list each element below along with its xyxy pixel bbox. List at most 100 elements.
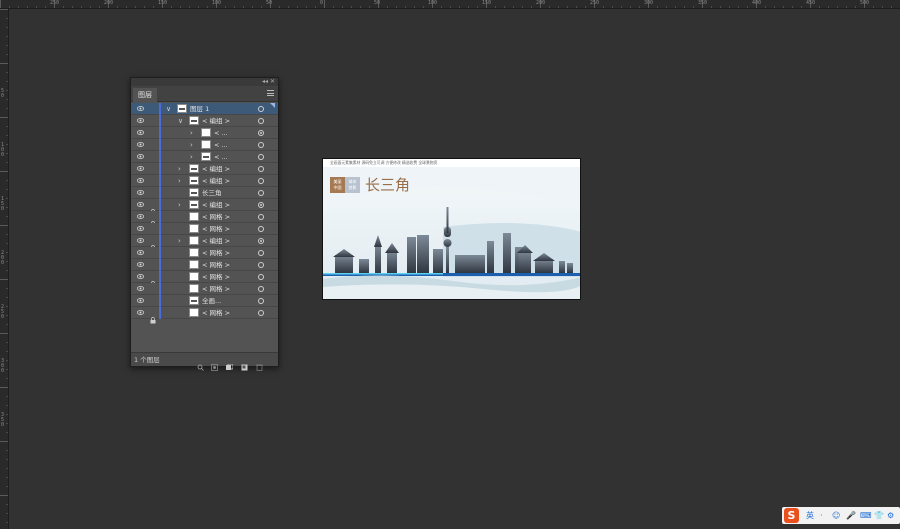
target-circle-icon[interactable] xyxy=(258,106,264,112)
ime-settings-icon[interactable]: ⚙ xyxy=(887,509,894,522)
new-layer-icon[interactable] xyxy=(241,356,248,371)
ime-microphone-icon[interactable]: 🎤 xyxy=(846,509,856,522)
lock-icon[interactable] xyxy=(150,237,156,252)
expand-arrow-icon[interactable]: › xyxy=(178,164,181,174)
target-circle-icon[interactable] xyxy=(258,214,264,220)
sublayer-row[interactable]: ∨ < 编组 > xyxy=(131,115,278,127)
target-circle-icon[interactable] xyxy=(258,238,264,244)
target-circle-icon[interactable] xyxy=(258,178,264,184)
sublayer-row[interactable]: › < ... xyxy=(131,151,278,163)
close-panel-icon[interactable]: ✕ xyxy=(270,78,275,86)
visibility-eye-icon[interactable] xyxy=(137,310,144,315)
target-circle-icon[interactable] xyxy=(258,130,264,136)
visibility-eye-icon[interactable] xyxy=(137,238,144,243)
sublayer-row[interactable]: › < ... xyxy=(131,127,278,139)
visibility-eye-icon[interactable] xyxy=(137,262,144,267)
visibility-eye-icon[interactable] xyxy=(137,154,144,159)
sublayer-row[interactable]: › < ... xyxy=(131,139,278,151)
sublayer-row[interactable]: › < 编组 > xyxy=(131,235,278,252)
expand-arrow-icon[interactable]: › xyxy=(178,236,181,246)
ime-punctuation-icon[interactable]: · xyxy=(820,509,823,522)
visibility-eye-icon[interactable] xyxy=(137,214,144,219)
visibility-eye-icon[interactable] xyxy=(137,274,144,279)
target-circle-icon[interactable] xyxy=(258,310,264,316)
layer-name[interactable]: 长三角 xyxy=(202,187,222,199)
visibility-eye-icon[interactable] xyxy=(137,106,144,111)
sublayer-row[interactable]: < 网格 > xyxy=(131,247,278,259)
visibility-eye-icon[interactable] xyxy=(137,226,144,231)
expand-arrow-icon[interactable]: › xyxy=(178,176,181,186)
tab-layers[interactable]: 图层 xyxy=(133,88,157,102)
sublayer-row[interactable]: < 网格 > xyxy=(131,259,278,271)
visibility-eye-icon[interactable] xyxy=(137,202,144,207)
target-circle-icon[interactable] xyxy=(258,166,264,172)
visibility-eye-icon[interactable] xyxy=(137,142,144,147)
expand-arrow-icon[interactable]: › xyxy=(190,152,193,162)
layer-name[interactable]: < 网格 > xyxy=(202,271,230,283)
sublayer-row[interactable]: 长三角 xyxy=(131,187,278,199)
target-circle-icon[interactable] xyxy=(258,262,264,268)
sublayer-row[interactable]: › < 编组 > xyxy=(131,199,278,216)
sublayer-row[interactable]: < 网格 > xyxy=(131,307,278,324)
target-circle-icon[interactable] xyxy=(258,298,264,304)
layer-name[interactable]: < 编组 > xyxy=(202,199,230,211)
ime-emoji-icon[interactable]: ☺ xyxy=(832,509,840,522)
target-circle-icon[interactable] xyxy=(258,118,264,124)
ime-keyboard-icon[interactable]: ⌨ xyxy=(860,509,872,522)
visibility-eye-icon[interactable] xyxy=(137,166,144,171)
lock-icon[interactable] xyxy=(150,273,156,288)
sublayer-row[interactable]: < 网格 > xyxy=(131,271,278,288)
clipping-mask-icon[interactable] xyxy=(211,356,218,371)
panel-title-bar[interactable]: ◂◂ ✕ xyxy=(131,78,278,86)
visibility-eye-icon[interactable] xyxy=(137,130,144,135)
sogou-logo-icon[interactable]: S xyxy=(784,508,799,523)
panel-menu-icon[interactable] xyxy=(267,90,274,96)
target-circle-icon[interactable] xyxy=(258,250,264,256)
layer-name[interactable]: < 网格 > xyxy=(202,211,230,223)
layer-name[interactable]: < 编组 > xyxy=(202,115,230,127)
lock-icon[interactable] xyxy=(150,309,156,324)
sublayer-row[interactable]: › < 编组 > xyxy=(131,163,278,175)
target-circle-icon[interactable] xyxy=(258,202,264,208)
sublayer-row[interactable]: < 网格 > xyxy=(131,211,278,228)
visibility-eye-icon[interactable] xyxy=(137,298,144,303)
expand-arrow-icon[interactable]: ∨ xyxy=(178,116,183,126)
sublayer-row[interactable]: 全画... xyxy=(131,295,278,307)
target-circle-icon[interactable] xyxy=(258,142,264,148)
ime-language-toggle[interactable]: 英 xyxy=(806,509,814,522)
layer-name[interactable]: < 编组 > xyxy=(202,163,230,175)
target-circle-icon[interactable] xyxy=(258,274,264,280)
target-circle-icon[interactable] xyxy=(258,226,264,232)
delete-layer-icon[interactable] xyxy=(256,356,263,371)
new-sublayer-icon[interactable] xyxy=(226,356,234,370)
artboard[interactable]: 全画面元素集素材 源码免立可调 方便修改 精选收费 全球景物资 美丽 中国 城市… xyxy=(322,158,581,300)
layer-row[interactable]: ∨ 图层 1 xyxy=(131,103,278,115)
visibility-eye-icon[interactable] xyxy=(137,190,144,195)
sublayer-row[interactable]: › < 编组 > xyxy=(131,175,278,187)
collapse-panel-icon[interactable]: ◂◂ xyxy=(262,78,268,86)
target-circle-icon[interactable] xyxy=(258,190,264,196)
sublayer-row[interactable]: < 网格 > xyxy=(131,223,278,235)
layer-name[interactable]: < ... xyxy=(214,151,228,163)
layer-name[interactable]: 图层 1 xyxy=(190,103,209,115)
lock-icon[interactable] xyxy=(150,201,156,216)
layer-name[interactable]: < 编组 > xyxy=(202,235,230,247)
layer-name[interactable]: < ... xyxy=(214,127,228,139)
locate-object-icon[interactable] xyxy=(197,356,204,371)
visibility-eye-icon[interactable] xyxy=(137,286,144,291)
layer-name[interactable]: < 网格 > xyxy=(202,223,230,235)
visibility-eye-icon[interactable] xyxy=(137,118,144,123)
layer-name[interactable]: < 网格 > xyxy=(202,247,230,259)
vertical-ruler[interactable]: 50 100 150 200 250 300 350 xyxy=(0,9,9,529)
ime-skin-icon[interactable]: 👕 xyxy=(874,509,884,522)
expand-arrow-icon[interactable]: › xyxy=(190,140,193,150)
sublayer-row[interactable]: < 网格 > xyxy=(131,283,278,295)
layer-name[interactable]: 全画... xyxy=(202,295,221,307)
horizontal-ruler[interactable]: 250 200 150 100 50 0 50 100 150 200 250 300 350 400 45… xyxy=(0,0,900,9)
visibility-eye-icon[interactable] xyxy=(137,178,144,183)
layer-name[interactable]: < ... xyxy=(214,139,228,151)
expand-arrow-icon[interactable]: ∨ xyxy=(166,104,171,114)
layer-name[interactable]: < 网格 > xyxy=(202,307,230,319)
ime-toolbar[interactable]: S 英 · ☺ 🎤 ⌨ 👕 ⚙ xyxy=(782,507,900,524)
expand-arrow-icon[interactable]: › xyxy=(190,128,193,138)
